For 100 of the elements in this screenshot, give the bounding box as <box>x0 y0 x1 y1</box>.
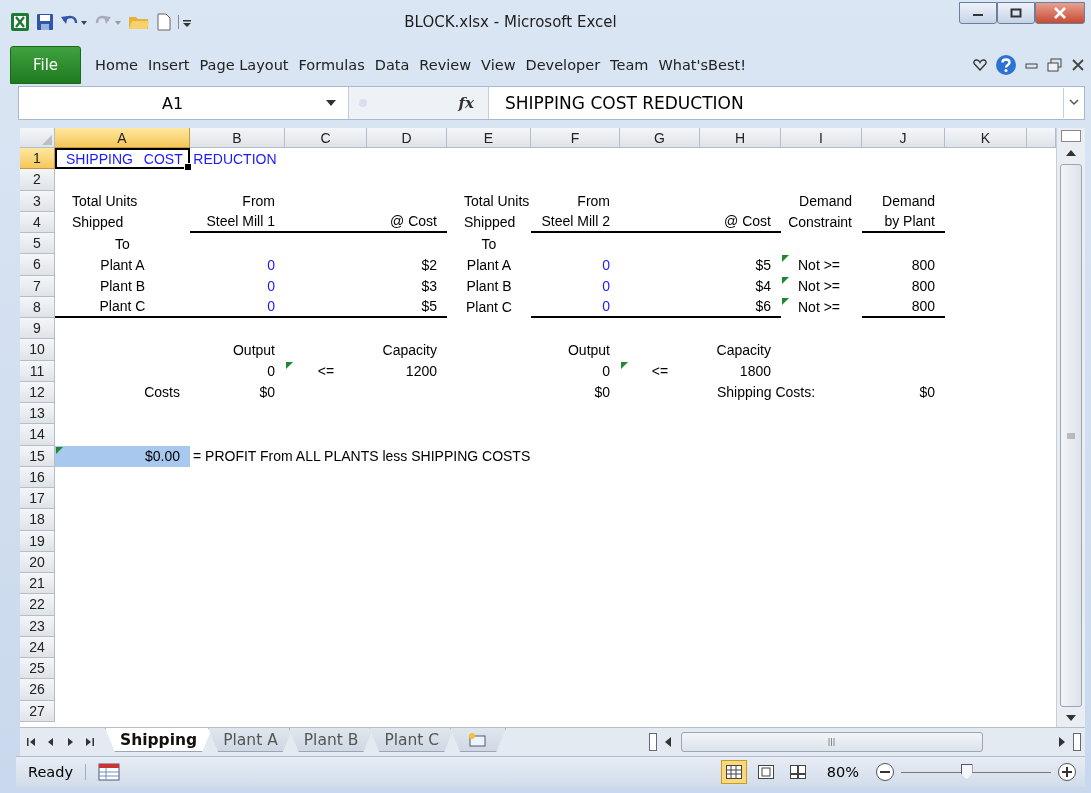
horizontal-scrollbar-thumb[interactable] <box>681 732 983 752</box>
column-header[interactable]: F <box>531 128 620 148</box>
heart-icon[interactable] <box>973 59 987 71</box>
excel-logo-icon[interactable] <box>10 12 30 32</box>
column-header[interactable]: B <box>190 128 285 148</box>
table-cell: $0.00 <box>55 445 190 467</box>
error-indicator-icon[interactable] <box>782 255 789 263</box>
row-header[interactable]: 26 <box>20 679 55 701</box>
row-header[interactable]: 7 <box>20 275 55 297</box>
column-header[interactable]: I <box>781 128 862 148</box>
help-icon[interactable] <box>995 54 1017 76</box>
restore-window-icon[interactable] <box>1047 58 1063 72</box>
maximize-button[interactable] <box>997 2 1035 24</box>
row-header[interactable]: 3 <box>20 190 55 212</box>
row-header[interactable]: 2 <box>20 169 55 191</box>
row-header[interactable]: 5 <box>20 233 55 255</box>
row-header[interactable]: 18 <box>20 509 55 531</box>
scroll-right-icon[interactable] <box>1057 736 1067 748</box>
row-header[interactable]: 25 <box>20 658 55 680</box>
row-header[interactable]: 10 <box>20 339 55 361</box>
column-header[interactable]: D <box>367 128 447 148</box>
sheet-tab[interactable]: Plant B <box>288 728 374 752</box>
save-icon[interactable] <box>36 13 54 31</box>
table-cell-text: Plant B <box>465 277 513 297</box>
table-cell: 800 <box>862 296 945 318</box>
row-header[interactable]: 23 <box>20 615 55 637</box>
ribbon-tab[interactable]: Home <box>91 57 142 73</box>
row-header[interactable]: 19 <box>20 530 55 552</box>
insert-sheet-button[interactable] <box>450 728 507 752</box>
row-header[interactable]: 8 <box>20 296 55 318</box>
error-indicator-icon[interactable] <box>621 361 628 369</box>
ribbon-tab[interactable]: What'sBest! <box>654 57 750 73</box>
zoom-out-icon[interactable] <box>875 762 895 782</box>
row-header[interactable]: 6 <box>20 254 55 276</box>
column-header[interactable]: C <box>285 128 367 148</box>
first-sheet-icon[interactable] <box>26 736 38 748</box>
row-header[interactable]: 17 <box>20 488 55 510</box>
ribbon-tab[interactable]: Developer <box>521 57 605 73</box>
table-cell-text: Output <box>566 340 611 360</box>
column-header[interactable]: H <box>700 128 781 148</box>
page-icon <box>757 765 774 779</box>
column-header[interactable]: K <box>945 128 1027 148</box>
scrollbar-thumb[interactable] <box>1060 164 1082 707</box>
column-header[interactable]: A <box>55 128 190 148</box>
split-box[interactable] <box>649 733 657 751</box>
ribbon-tab[interactable]: Team <box>606 57 653 73</box>
file-tab[interactable]: File <box>10 46 82 84</box>
table-cell-text: 0 <box>601 277 611 297</box>
row-header[interactable]: 14 <box>20 424 55 446</box>
column-header[interactable]: E <box>447 128 531 148</box>
close-workbook-icon[interactable] <box>1071 58 1085 72</box>
row-header[interactable]: 1 <box>20 148 55 170</box>
table-cell-text: Constraint <box>787 213 853 233</box>
row-header[interactable]: 20 <box>20 551 55 573</box>
close-icon <box>1053 7 1067 19</box>
ribbon-tab[interactable]: Review <box>415 57 476 73</box>
ribbon-tab[interactable]: Page Layout <box>195 57 293 73</box>
row-header[interactable]: 12 <box>20 381 55 403</box>
last-sheet-icon[interactable] <box>83 736 95 748</box>
new-document-icon[interactable] <box>156 13 172 31</box>
ribbon-tab[interactable]: Formulas <box>294 57 369 73</box>
sheet-tab[interactable]: Plant A <box>208 728 293 752</box>
formula-input[interactable]: SHIPPING COST REDUCTION <box>489 93 1063 113</box>
error-indicator-icon[interactable] <box>286 361 293 369</box>
column-header[interactable]: J <box>862 128 945 148</box>
row-header[interactable]: 24 <box>20 636 55 658</box>
table-cell: by Plant <box>862 211 945 233</box>
scroll-left-icon[interactable] <box>663 736 673 748</box>
column-header[interactable]: G <box>620 128 700 148</box>
close-button[interactable] <box>1035 2 1085 24</box>
row-header[interactable]: 11 <box>20 360 55 382</box>
row-header[interactable]: 27 <box>20 700 55 722</box>
row-header[interactable]: 22 <box>20 594 55 616</box>
spreadsheet-icon[interactable] <box>98 763 120 781</box>
row-header[interactable]: 13 <box>20 403 55 425</box>
table-cell-text: Shipping Costs: <box>716 383 817 403</box>
ribbon-tab[interactable]: Data <box>370 57 414 73</box>
error-indicator-icon[interactable] <box>782 276 789 284</box>
row-header[interactable]: 16 <box>20 466 55 488</box>
normal-view-button[interactable] <box>720 760 747 784</box>
zoom-slider-thumb[interactable] <box>960 763 973 780</box>
row-header[interactable]: 15 <box>20 445 55 467</box>
ribbon-tab[interactable]: View <box>477 57 520 73</box>
error-indicator-icon[interactable] <box>782 297 789 305</box>
split-box[interactable] <box>1073 733 1081 751</box>
table-cell: @ Cost <box>367 211 447 233</box>
insert-function-button[interactable]: fx <box>458 94 474 112</box>
up-arrow-icon <box>1066 150 1076 156</box>
table-cell: 0 <box>531 296 620 318</box>
table-cell-text: Plant B <box>98 277 147 297</box>
row-header[interactable]: 21 <box>20 573 55 595</box>
zoom-in-icon[interactable] <box>1057 762 1077 782</box>
customize-menu-icon[interactable] <box>178 13 192 31</box>
zoom-level[interactable]: 80% <box>826 764 859 780</box>
row-header[interactable]: 9 <box>20 318 55 340</box>
table-cell-text: 800 <box>910 255 936 275</box>
table-cell-text: Shipped <box>71 213 125 233</box>
ribbon-tab[interactable]: Insert <box>143 57 194 73</box>
row-header[interactable]: 4 <box>20 211 55 233</box>
minimize-button[interactable] <box>959 2 997 24</box>
